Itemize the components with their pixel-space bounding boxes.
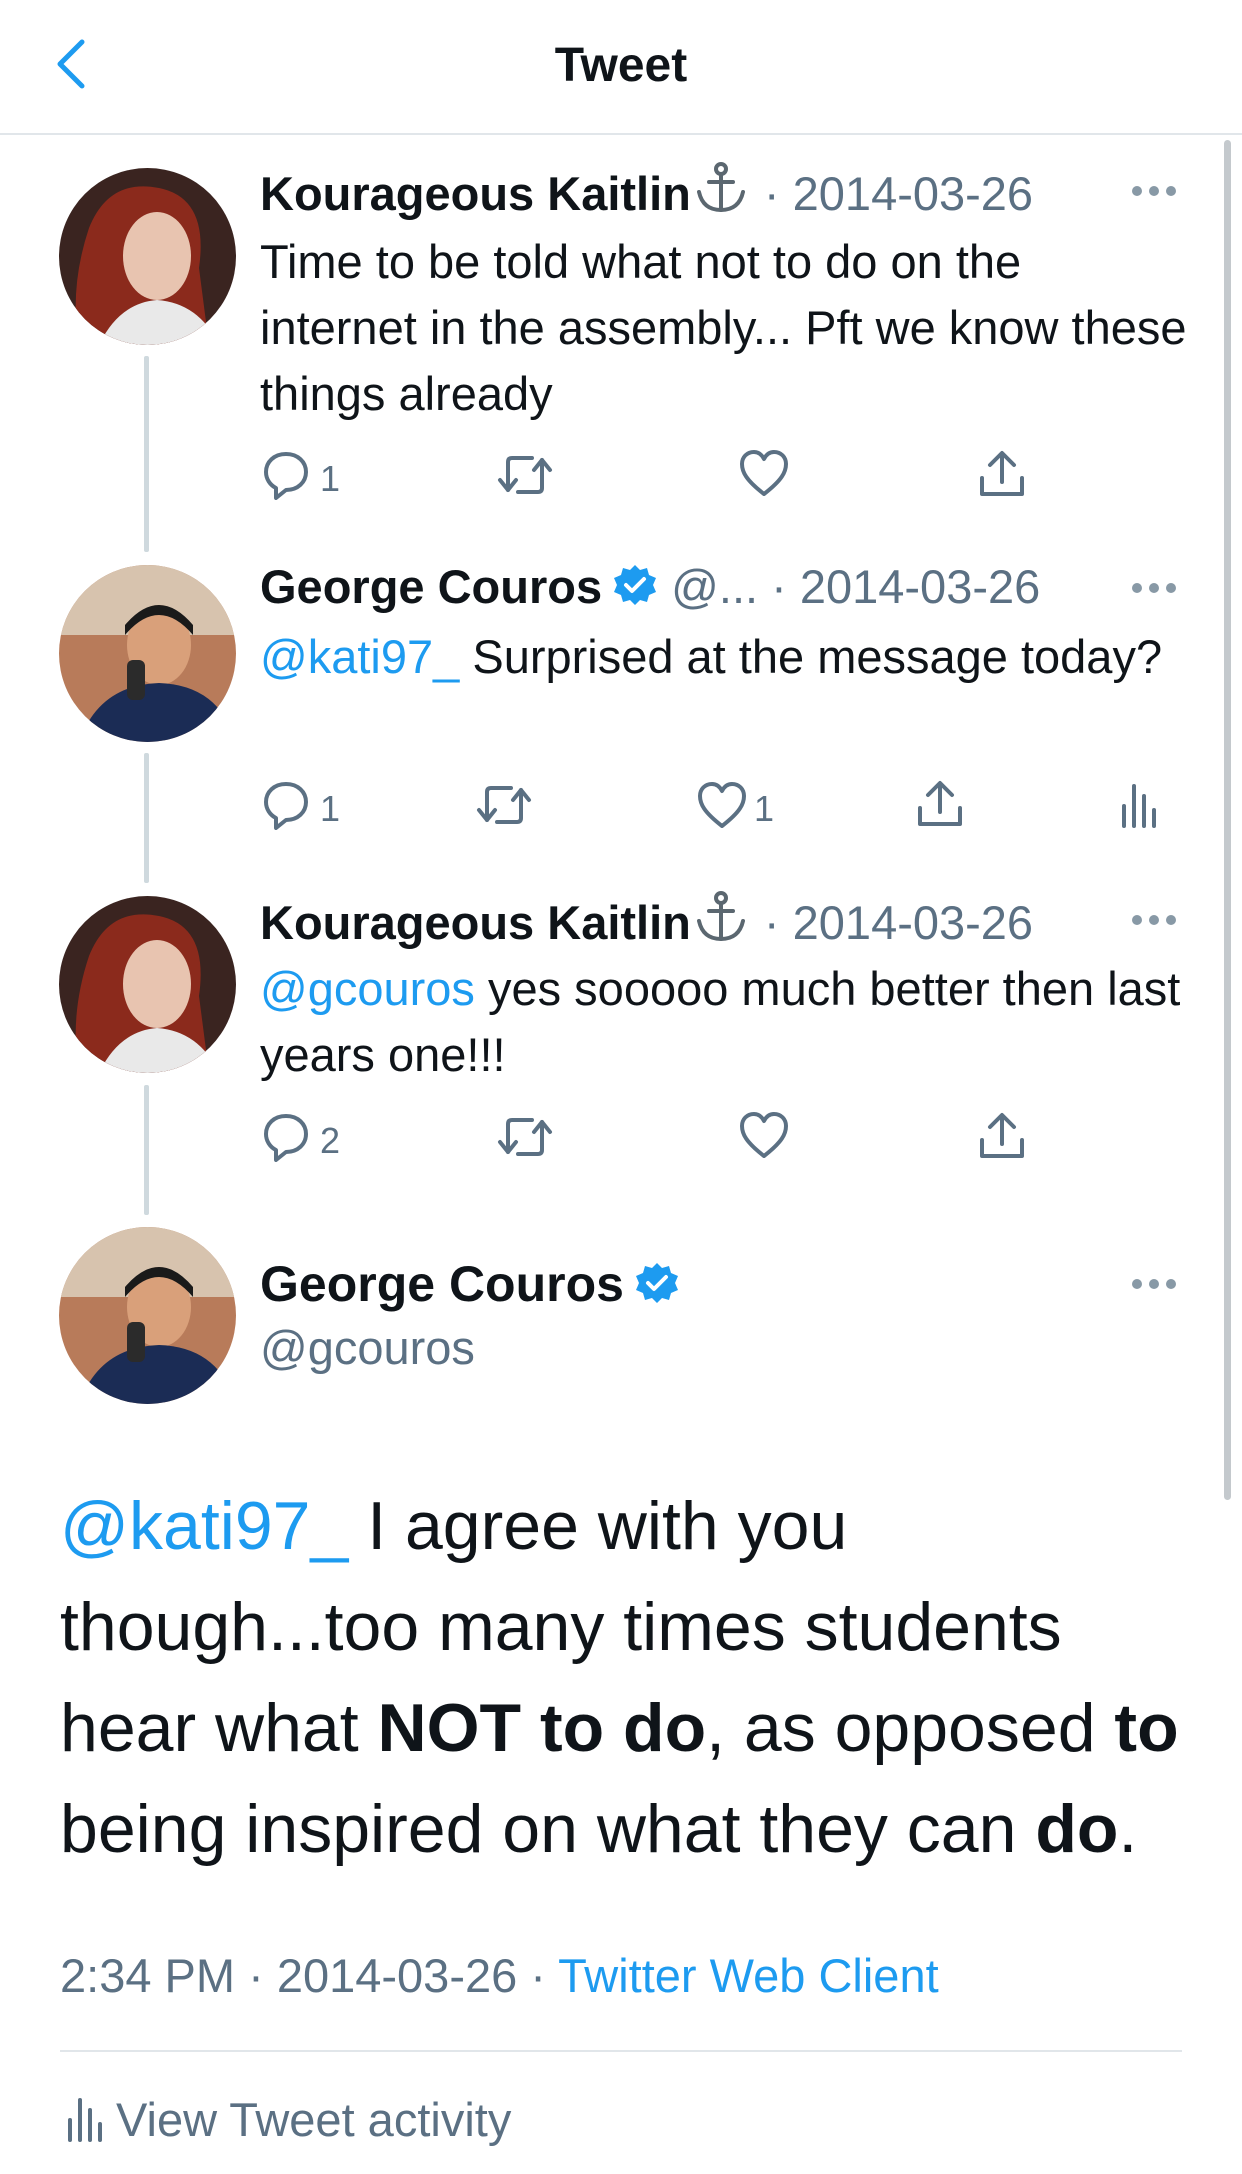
more-options-icon[interactable] bbox=[1132, 1279, 1176, 1291]
analytics-icon bbox=[1122, 784, 1156, 828]
retweet-button[interactable] bbox=[496, 450, 556, 510]
reply-count: 1 bbox=[320, 458, 341, 499]
main-display-name[interactable]: George Couros bbox=[260, 1253, 680, 1321]
tweet-date[interactable]: 2014-03-26 bbox=[800, 560, 1040, 613]
analytics-button[interactable] bbox=[1120, 780, 1160, 840]
avatar[interactable] bbox=[59, 565, 236, 742]
thread-line bbox=[144, 753, 149, 883]
thread-line bbox=[144, 1085, 149, 1215]
reply-icon bbox=[264, 782, 308, 830]
share-icon bbox=[918, 781, 962, 826]
tweet-text: @gcouros yes sooooo much better then las… bbox=[260, 962, 1181, 1081]
reply-button[interactable]: 2 bbox=[262, 1112, 362, 1172]
tweet-time: 2:34 PM bbox=[60, 1949, 236, 2002]
nav-header: Tweet bbox=[0, 0, 1242, 135]
reply-count: 1 bbox=[320, 788, 341, 829]
display-name[interactable]: George Couros bbox=[260, 560, 602, 613]
like-button[interactable] bbox=[738, 448, 798, 508]
more-options-icon[interactable] bbox=[1132, 583, 1176, 595]
reply-count: 2 bbox=[320, 1120, 341, 1161]
like-button[interactable] bbox=[738, 1110, 798, 1170]
anchor-emoji bbox=[693, 889, 749, 959]
anchor-emoji bbox=[693, 160, 749, 230]
retweet-button[interactable] bbox=[496, 1112, 556, 1172]
reply-button[interactable]: 1 bbox=[262, 450, 362, 510]
heart-icon bbox=[740, 1112, 788, 1158]
tweet-date[interactable]: 2014-03-26 bbox=[793, 167, 1033, 220]
more-options-icon[interactable] bbox=[1132, 915, 1176, 927]
heart-icon bbox=[698, 782, 746, 828]
retweet-icon bbox=[498, 456, 552, 494]
main-tweet-text: @kati97_ I agree with you though...too m… bbox=[60, 1488, 1179, 1867]
mention-link[interactable]: @gcouros bbox=[260, 962, 475, 1015]
share-icon bbox=[980, 451, 1024, 496]
retweet-icon bbox=[498, 1118, 552, 1156]
share-button[interactable] bbox=[915, 778, 975, 838]
like-count: 1 bbox=[754, 788, 775, 829]
reply-button[interactable]: 1 bbox=[262, 780, 362, 840]
page-title: Tweet bbox=[554, 39, 688, 92]
avatar[interactable] bbox=[59, 1227, 236, 1404]
tweet-date: 2014-03-26 bbox=[276, 1949, 518, 2002]
scrollbar[interactable] bbox=[1224, 140, 1231, 1500]
handle[interactable]: @... bbox=[658, 560, 758, 613]
avatar[interactable] bbox=[59, 896, 236, 1073]
heart-icon bbox=[740, 450, 788, 496]
retweet-button[interactable] bbox=[475, 780, 535, 840]
analytics-icon bbox=[68, 2098, 102, 2142]
mention-link[interactable]: @kati97_ bbox=[260, 630, 459, 683]
tweet-meta: 2:34 PM · 2014-03-26 · Twitter Web Clien… bbox=[60, 1949, 939, 2002]
main-handle[interactable]: @gcouros bbox=[260, 1318, 475, 1378]
share-button[interactable] bbox=[977, 1110, 1037, 1170]
tweet-text: Time to be told what not to do on the in… bbox=[260, 235, 1187, 420]
share-button[interactable] bbox=[977, 448, 1037, 508]
like-button[interactable]: 1 bbox=[696, 780, 796, 840]
divider bbox=[60, 2050, 1182, 2052]
view-tweet-activity-button[interactable]: View Tweet activity bbox=[66, 2090, 511, 2150]
avatar[interactable] bbox=[59, 168, 236, 345]
reply-icon bbox=[264, 1114, 308, 1162]
reply-icon bbox=[264, 452, 308, 500]
tweet-header: Kourageous Kaitlin · 2014-03-26 bbox=[260, 160, 1033, 220]
tweet-source-link[interactable]: Twitter Web Client bbox=[558, 1949, 938, 2002]
retweet-icon bbox=[477, 786, 531, 824]
thread-line bbox=[144, 356, 149, 552]
tweet-text: @kati97_ Surprised at the message today? bbox=[260, 630, 1163, 683]
share-icon bbox=[980, 1113, 1024, 1158]
more-options-icon[interactable] bbox=[1132, 186, 1176, 198]
display-name[interactable]: Kourageous Kaitlin bbox=[260, 896, 691, 949]
verified-badge-icon bbox=[612, 563, 658, 623]
display-name[interactable]: Kourageous Kaitlin bbox=[260, 167, 691, 220]
tweet-header: Kourageous Kaitlin · 2014-03-26 bbox=[260, 889, 1033, 949]
verified-badge-icon bbox=[634, 1259, 680, 1321]
tweet-date[interactable]: 2014-03-26 bbox=[793, 896, 1033, 949]
tweet-header: George Couros @... · 2014-03-26 bbox=[260, 557, 1040, 617]
mention-link[interactable]: @kati97_ bbox=[60, 1488, 348, 1564]
